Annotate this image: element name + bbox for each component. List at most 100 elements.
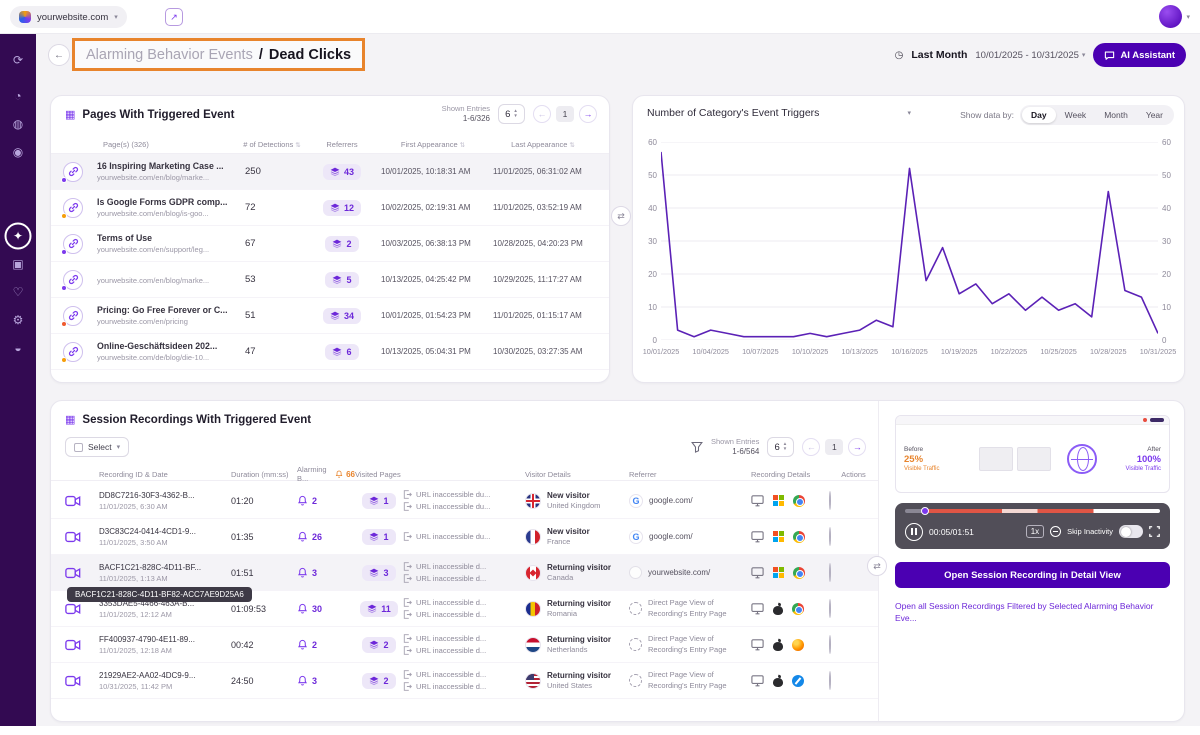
visited-pages-badge[interactable]: 2	[362, 673, 395, 689]
granularity-day[interactable]: Day	[1022, 107, 1056, 123]
row-actions-button[interactable]	[829, 527, 831, 546]
open-in-new-button[interactable]: ↗	[165, 8, 183, 26]
recording-date: 11/01/2025, 1:13 AM	[99, 574, 231, 583]
referrers-badge[interactable]: 34	[323, 308, 361, 324]
row-actions-button[interactable]	[829, 671, 831, 690]
column-duration[interactable]: Duration (mm:ss)	[231, 470, 297, 479]
ai-assistant-button[interactable]: AI Assistant	[1093, 43, 1186, 67]
visited-pages-badge[interactable]: 1	[362, 493, 395, 509]
avatar[interactable]	[1159, 5, 1182, 28]
open-filtered-recordings-link[interactable]: Open all Session Recordings Filtered by …	[895, 601, 1170, 625]
column-visited-pages[interactable]: Visited Pages	[355, 470, 525, 479]
select-dropdown[interactable]: Select ▾	[65, 437, 129, 457]
referrers-badge[interactable]: 2	[325, 236, 358, 252]
sidebar-item-recordings[interactable]: ◉	[0, 138, 36, 166]
skip-inactivity-toggle[interactable]	[1119, 525, 1143, 538]
stepper-arrows-icon[interactable]: ▲▼	[513, 109, 517, 119]
last-appearance: 10/30/2025, 03:27:35 AM	[489, 347, 597, 356]
next-page-button[interactable]: →	[848, 438, 866, 456]
referrers-badge[interactable]: 43	[323, 164, 361, 180]
recording-row[interactable]: D3C83C24-0414-4CD1-9...11/01/2025, 3:50 …	[51, 519, 878, 555]
pages-table-row[interactable]: Pricing: Go Free Forever or C...yourwebs…	[51, 298, 609, 334]
fullscreen-button[interactable]	[1149, 526, 1160, 537]
playback-speed-button[interactable]: 1x	[1026, 525, 1044, 538]
column-referrer[interactable]: Referrer	[629, 470, 751, 479]
select-label: Select	[88, 442, 112, 452]
page-size-stepper[interactable]: 6 ▲▼	[498, 104, 525, 124]
page-size-stepper[interactable]: 6 ▲▼	[767, 437, 794, 457]
date-range-picker[interactable]: 10/01/2025 - 10/31/2025 ▾	[975, 50, 1085, 61]
site-selector[interactable]: yourwebsite.com ▾	[10, 6, 127, 28]
player-timeline[interactable]	[905, 509, 1160, 513]
visited-pages-badge[interactable]: 2	[362, 637, 395, 653]
pages-table-row[interactable]: Online-Geschäftsideen 202...yourwebsite.…	[51, 334, 609, 370]
column-recording-details[interactable]: Recording Details	[751, 470, 829, 479]
column-alarming[interactable]: Alarming B... 66	[297, 465, 355, 483]
player-time: 00:05/01:51	[929, 527, 974, 537]
sidebar-item-settings[interactable]: ⚙	[0, 306, 36, 334]
globe-icon	[1067, 444, 1097, 474]
prev-page-button[interactable]: ←	[802, 438, 820, 456]
flag-ro-icon	[525, 601, 541, 617]
row-actions-button[interactable]	[829, 491, 831, 510]
recording-row[interactable]: BACF1C21-828C-4D11-BF...11/01/2025, 1:13…	[51, 555, 878, 591]
chevron-down-icon: ▾	[114, 13, 118, 21]
recording-preview[interactable]: Before 25% Visible Traffic After 100% Vi…	[895, 415, 1170, 493]
select-all-checkbox[interactable]	[74, 443, 83, 452]
y-tick-label: 30	[648, 237, 657, 246]
visited-pages-badge[interactable]: 1	[362, 529, 395, 545]
back-button[interactable]: ←	[48, 44, 70, 66]
recording-row[interactable]: 21929AE2-AA02-4DC9-9...10/31/2025, 11:42…	[51, 663, 878, 699]
column-first-appearance[interactable]: First Appearance⇅	[377, 140, 489, 149]
open-detail-view-button[interactable]: Open Session Recording in Detail View	[895, 562, 1170, 588]
pages-table-row[interactable]: Is Google Forms GDPR comp...yourwebsite.…	[51, 190, 609, 226]
chevron-down-icon[interactable]: ▾	[1186, 13, 1190, 21]
visitor-type: Returning visitor	[547, 599, 611, 608]
sidebar-item-favorites[interactable]: ♡	[0, 278, 36, 306]
column-pages[interactable]: Page(s) (326)	[97, 140, 237, 149]
column-last-appearance[interactable]: Last Appearance⇅	[489, 140, 597, 149]
pages-table-row[interactable]: 16 Inspiring Marketing Case ...yourwebsi…	[51, 154, 609, 190]
row-actions-button[interactable]	[829, 599, 831, 618]
y-tick-label: 40	[1162, 204, 1171, 213]
row-actions-button[interactable]	[829, 563, 831, 582]
breadcrumb-parent[interactable]: Alarming Behavior Events	[86, 47, 253, 63]
pages-table-row[interactable]: yourwebsite.com/en/blog/marke...53510/13…	[51, 262, 609, 298]
alarming-count: 30	[297, 603, 355, 614]
pause-button[interactable]	[905, 523, 923, 541]
visited-pages-badge[interactable]: 3	[362, 565, 395, 581]
granularity-week[interactable]: Week	[1056, 107, 1096, 123]
referrers-badge[interactable]: 12	[323, 200, 361, 216]
referrers-badge[interactable]: 5	[325, 272, 358, 288]
sidebar-item-feedback[interactable]: ▣	[0, 250, 36, 278]
page-link-icon	[63, 342, 85, 362]
prev-page-button[interactable]: ←	[533, 105, 551, 123]
sidebar-item-heatmaps[interactable]: ◍	[0, 110, 36, 138]
visited-pages-badge[interactable]: 11	[360, 601, 398, 617]
y-tick-label: 0	[653, 336, 657, 345]
duration: 01:20	[231, 496, 297, 506]
duration: 01:35	[231, 532, 297, 542]
sidebar-item-account[interactable]: ◒	[0, 334, 36, 362]
filter-icon[interactable]	[691, 441, 703, 453]
category-select[interactable]: Number of Category's Event Triggers ▾	[647, 107, 911, 119]
sidebar-item-dashboard[interactable]: ◔	[0, 82, 36, 110]
pages-table-row[interactable]: Terms of Useyourwebsite.com/en/support/l…	[51, 226, 609, 262]
recording-row[interactable]: FF400937-4790-4E11-89...11/01/2025, 12:1…	[51, 627, 878, 663]
column-recording-id[interactable]: Recording ID & Date	[99, 470, 231, 479]
sidebar-item-collapse-sidebar[interactable]: ⟳	[0, 46, 36, 74]
next-page-button[interactable]: →	[579, 105, 597, 123]
recording-row[interactable]: DD8C7216-30F3-4362-B...11/01/2025, 6:30 …	[51, 483, 878, 519]
referrer-text: Direct Page View of Recording's Entry Pa…	[648, 670, 745, 690]
column-visitor-details[interactable]: Visitor Details	[525, 470, 629, 479]
collapse-detail-panel-button[interactable]: ⇄	[867, 556, 887, 576]
sidebar-item-alarming-events[interactable]: ✦	[0, 222, 36, 250]
referrers-badge[interactable]: 6	[325, 344, 358, 360]
playhead[interactable]	[921, 507, 929, 515]
granularity-month[interactable]: Month	[1095, 107, 1137, 123]
stepper-arrows-icon[interactable]: ▲▼	[783, 442, 787, 452]
column-referrers[interactable]: Referrers	[307, 140, 377, 149]
collapse-panel-button[interactable]: ⇄	[611, 206, 631, 226]
row-actions-button[interactable]	[829, 635, 831, 654]
column-detections[interactable]: # of Detections⇅	[237, 140, 307, 149]
